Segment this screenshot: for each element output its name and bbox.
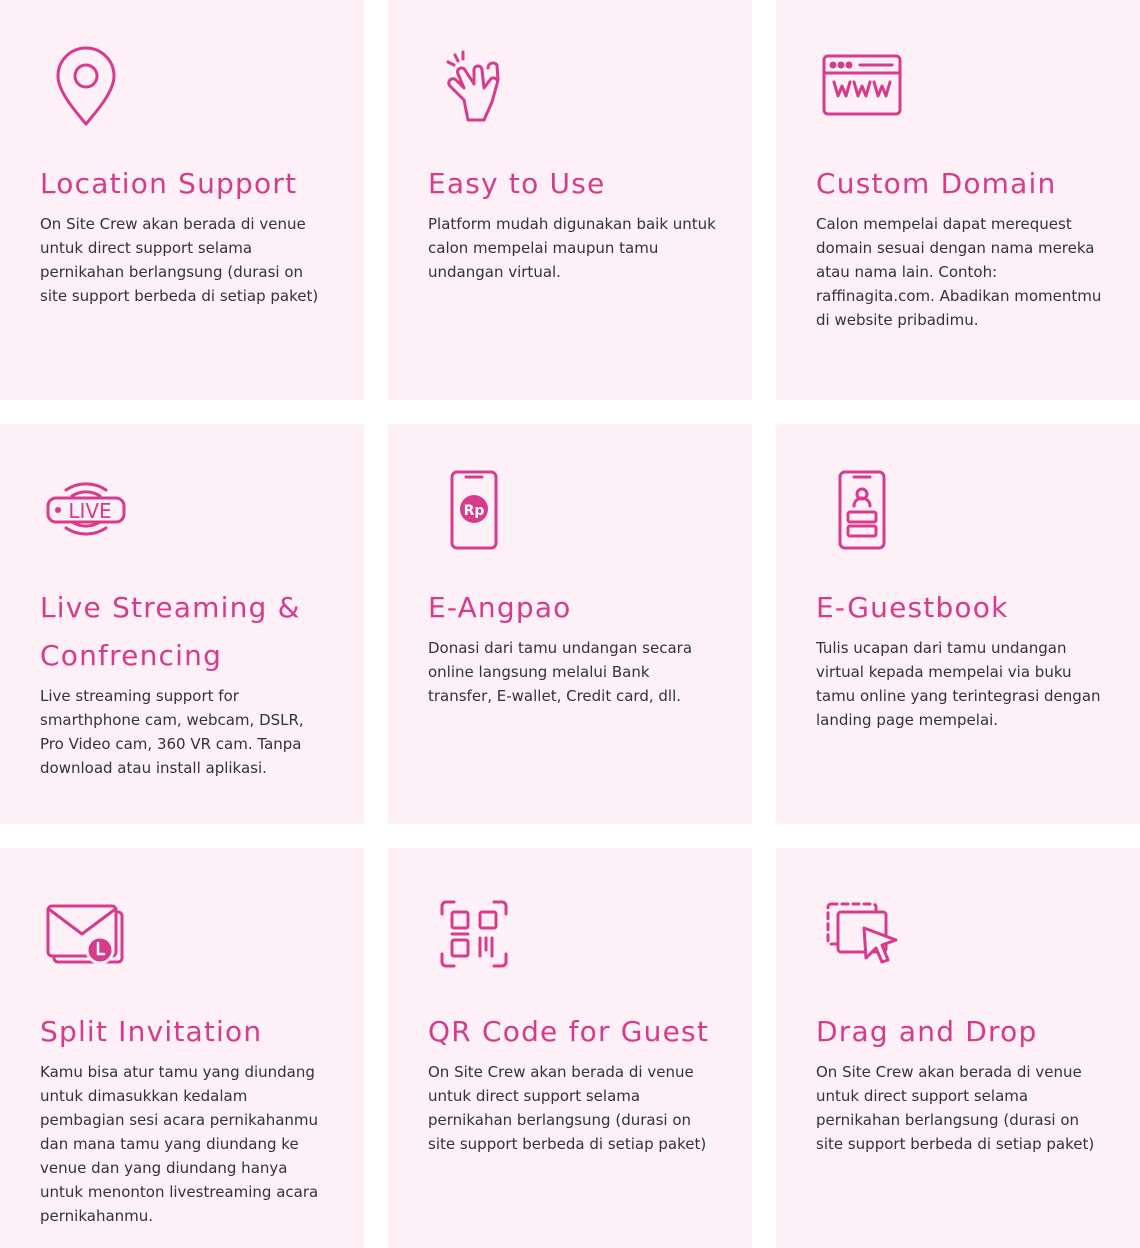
feature-title: Easy to Use bbox=[428, 167, 606, 200]
feature-title: Custom Domain bbox=[816, 167, 1057, 200]
feature-card-drag-and-drop: Drag and Drop On Site Crew akan berada d… bbox=[776, 848, 1140, 1248]
feature-grid: Location Support On Site Crew akan berad… bbox=[0, 0, 1140, 1248]
feature-description: Platform mudah digunakan baik untuk calo… bbox=[428, 215, 716, 281]
qr-code-icon bbox=[428, 888, 520, 980]
feature-description: On Site Crew akan berada di venue untuk … bbox=[816, 1063, 1095, 1153]
phone-rupiah-icon: Rp bbox=[428, 464, 520, 556]
feature-card-split-invitation: Split Invitation Kamu bisa atur tamu yan… bbox=[0, 848, 364, 1248]
feature-title: Drag and Drop bbox=[816, 1015, 1038, 1048]
feature-card-easy-to-use: Easy to Use Platform mudah digunakan bai… bbox=[388, 0, 752, 400]
mail-clock-icon bbox=[40, 888, 132, 980]
feature-description: Calon mempelai dapat merequest domain se… bbox=[816, 215, 1102, 329]
hand-tap-icon bbox=[428, 40, 520, 132]
feature-description: Donasi dari tamu undangan secara online … bbox=[428, 639, 693, 705]
feature-title: QR Code for Guest bbox=[428, 1015, 710, 1048]
feature-card-location-support: Location Support On Site Crew akan berad… bbox=[0, 0, 364, 400]
feature-title: Location Support bbox=[40, 167, 298, 200]
feature-card-custom-domain: Custom Domain Calon mempelai dapat mereq… bbox=[776, 0, 1140, 400]
feature-description: Tulis ucapan dari tamu undangan virtual … bbox=[816, 639, 1101, 729]
feature-title: E-Guestbook bbox=[816, 591, 1009, 624]
feature-title: Live Streaming & Confrencing bbox=[40, 591, 301, 672]
location-pin-icon bbox=[40, 40, 132, 132]
feature-card-e-guestbook: E-Guestbook Tulis ucapan dari tamu undan… bbox=[776, 424, 1140, 824]
svg-text:LIVE: LIVE bbox=[68, 499, 111, 523]
feature-title: Split Invitation bbox=[40, 1015, 263, 1048]
feature-description: On Site Crew akan berada di venue untuk … bbox=[40, 215, 319, 305]
feature-card-qr-code: QR Code for Guest On Site Crew akan bera… bbox=[388, 848, 752, 1248]
live-stream-icon: LIVE bbox=[40, 464, 132, 556]
feature-description: Kamu bisa atur tamu yang diundang untuk … bbox=[40, 1063, 319, 1225]
feature-title: E-Angpao bbox=[428, 591, 572, 624]
feature-card-live-streaming: LIVE Live Streaming & Confrencing Live s… bbox=[0, 424, 364, 824]
feature-card-e-angpao: Rp E-Angpao Donasi dari tamu undangan se… bbox=[388, 424, 752, 824]
phone-guestbook-icon bbox=[816, 464, 908, 556]
drag-drop-cursor-icon bbox=[816, 888, 908, 980]
feature-description: On Site Crew akan berada di venue untuk … bbox=[428, 1063, 707, 1153]
feature-description: Live streaming support for smarthphone c… bbox=[40, 687, 304, 777]
svg-text:Rp: Rp bbox=[464, 503, 485, 519]
browser-www-icon bbox=[816, 40, 908, 132]
